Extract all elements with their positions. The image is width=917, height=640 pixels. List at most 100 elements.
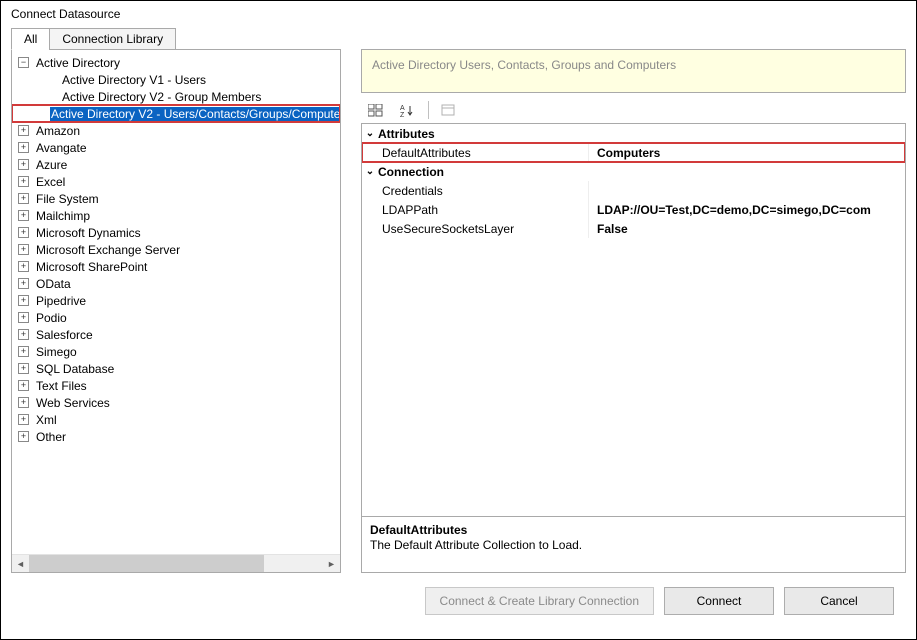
datasource-description: Active Directory Users, Contacts, Groups… [361,49,906,93]
tree-item-label: OData [35,277,72,291]
tree-item-label: Simego [35,345,78,359]
property-value[interactable]: Computers [589,143,905,162]
property-grid: ⌄AttributesDefaultAttributesComputers⌄Co… [361,123,906,573]
tree-item[interactable]: Active Directory V2 - Group Members [12,88,340,105]
tree-item[interactable]: +Microsoft Dynamics [12,224,340,241]
categorized-icon [368,104,384,117]
tree-item[interactable]: Active Directory V1 - Users [12,71,340,88]
expand-icon[interactable]: + [18,176,29,187]
property-help-text: The Default Attribute Collection to Load… [370,538,897,552]
tree-item[interactable]: + Text Files [12,377,340,394]
tree-scrollbar-horizontal[interactable]: ◄ ► [12,554,340,572]
expand-icon[interactable]: + [18,159,29,170]
expand-icon[interactable]: + [18,125,29,136]
dialog-window: Connect Datasource All Connection Librar… [0,0,917,640]
property-row[interactable]: Credentials [362,181,905,200]
expand-icon[interactable]: + [18,414,29,425]
scroll-track[interactable] [29,555,323,572]
expand-icon[interactable]: + [18,244,29,255]
tree-item-label: Active Directory V2 - Users/Contacts/Gro… [50,107,340,121]
tree-item[interactable]: + Salesforce [12,326,340,343]
alphabetical-view-button[interactable]: A Z [393,98,423,122]
expand-icon[interactable]: + [18,397,29,408]
tree-item-label: SQL Database [35,362,115,376]
right-column: Active Directory Users, Contacts, Groups… [361,49,906,573]
cancel-label: Cancel [820,594,857,608]
tab-all[interactable]: All [11,28,50,50]
expand-icon[interactable]: + [18,193,29,204]
datasource-tree[interactable]: −Active Directory Active Directory V1 - U… [12,50,340,554]
tree-item-label: Microsoft SharePoint [35,260,148,274]
expand-icon[interactable]: + [18,380,29,391]
tree-item[interactable]: + Amazon [12,122,340,139]
tree-item-label: Other [35,430,67,444]
tab-connection-library[interactable]: Connection Library [49,28,176,50]
scroll-thumb[interactable] [29,555,264,572]
tree-item[interactable]: +Xml [12,411,340,428]
tree-item[interactable]: + Microsoft SharePoint [12,258,340,275]
tree-connector [44,74,55,85]
tree-connector [44,91,55,102]
cancel-button[interactable]: Cancel [784,587,894,615]
connect-create-library-button[interactable]: Connect & Create Library Connection [425,587,654,615]
expand-icon[interactable]: + [18,278,29,289]
tree-item-label: Azure [35,158,68,172]
property-value[interactable] [589,181,905,200]
property-category[interactable]: ⌄Attributes [362,124,905,143]
scroll-right-icon[interactable]: ► [323,555,340,572]
tree-item-label: Podio [35,311,68,325]
tree-item[interactable]: +Web Services [12,394,340,411]
tree-item-label: Active Directory [35,56,121,70]
property-pages-icon [441,104,457,117]
property-name: LDAPPath [378,200,589,219]
property-name: UseSecureSocketsLayer [378,219,589,238]
expand-icon[interactable]: + [18,227,29,238]
tree-item[interactable]: +Microsoft Exchange Server [12,241,340,258]
svg-text:A: A [400,105,405,112]
tree-item[interactable]: + File System [12,190,340,207]
expand-icon[interactable]: + [18,346,29,357]
expand-icon[interactable]: + [18,261,29,272]
property-value[interactable]: LDAP://OU=Test,DC=demo,DC=simego,DC=com [589,200,905,219]
property-value[interactable]: False [589,219,905,238]
connect-create-library-label: Connect & Create Library Connection [440,594,639,608]
property-category[interactable]: ⌄Connection [362,162,905,181]
scroll-left-icon[interactable]: ◄ [12,555,29,572]
tree-item-label: Salesforce [35,328,94,342]
expand-icon[interactable]: + [18,363,29,374]
property-row[interactable]: UseSecureSocketsLayerFalse [362,219,905,238]
tree-item-label: Amazon [35,124,81,138]
property-grid-body[interactable]: ⌄AttributesDefaultAttributesComputers⌄Co… [362,124,905,516]
property-pages-button[interactable] [434,98,464,122]
main-pane: −Active Directory Active Directory V1 - U… [11,49,906,573]
expand-icon[interactable]: + [18,431,29,442]
tree-item[interactable]: +Pipedrive [12,292,340,309]
tree-item[interactable]: + OData [12,275,340,292]
tree-item[interactable]: +Mailchimp [12,207,340,224]
tree-item[interactable]: + Azure [12,156,340,173]
content-area: All Connection Library −Active Directory… [1,27,916,639]
tree-item-label: Active Directory V1 - Users [61,73,207,87]
tree-item-label: Avangate [35,141,88,155]
tree-item[interactable]: + Avangate [12,139,340,156]
expand-icon[interactable]: + [18,210,29,221]
tree-item-label: Text Files [35,379,88,393]
expand-icon[interactable]: + [18,312,29,323]
categorized-view-button[interactable] [361,98,391,122]
expand-icon[interactable]: + [18,329,29,340]
tree-item[interactable]: + Simego [12,343,340,360]
tree-item[interactable]: −Active Directory [12,54,340,71]
property-category-label: Attributes [378,127,435,141]
tree-item-label: File System [35,192,100,206]
tree-item-selected[interactable]: Active Directory V2 - Users/Contacts/Gro… [12,105,340,122]
tree-item[interactable]: + Other [12,428,340,445]
property-row[interactable]: DefaultAttributesComputers [362,143,905,162]
tree-item[interactable]: +Excel [12,173,340,190]
expand-icon[interactable]: + [18,142,29,153]
property-row[interactable]: LDAPPathLDAP://OU=Test,DC=demo,DC=simego… [362,200,905,219]
tree-item[interactable]: + SQL Database [12,360,340,377]
tree-item[interactable]: + Podio [12,309,340,326]
connect-button[interactable]: Connect [664,587,774,615]
collapse-icon[interactable]: − [18,57,29,68]
expand-icon[interactable]: + [18,295,29,306]
